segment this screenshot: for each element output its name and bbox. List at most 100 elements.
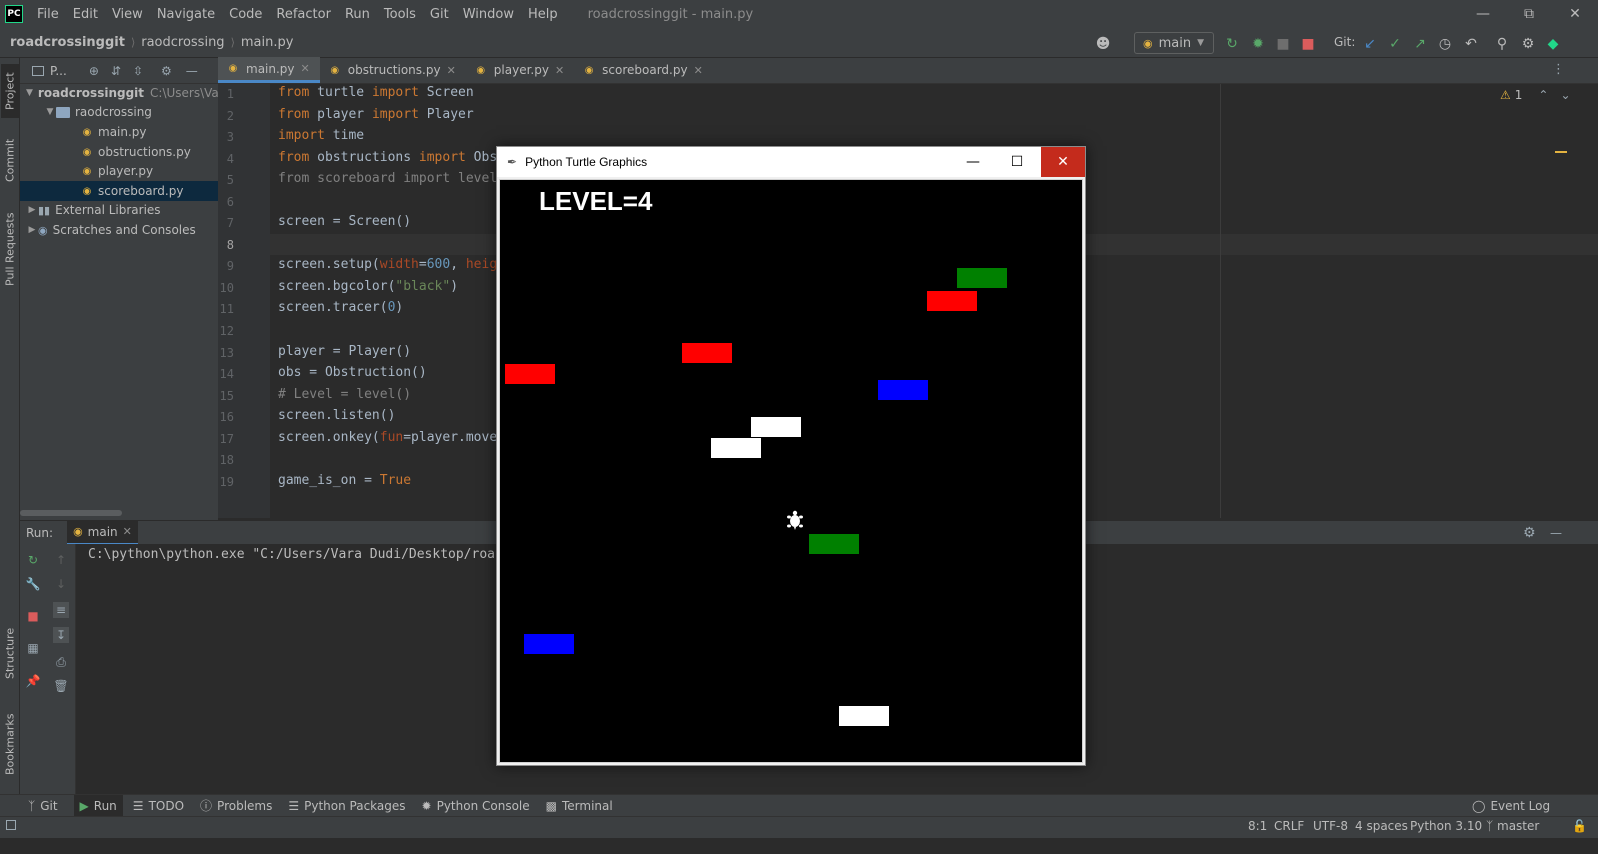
tree-item-file[interactable]: ◉ player.py <box>20 161 218 181</box>
ide-update-icon[interactable]: ◆ <box>1543 34 1563 54</box>
wrench-icon[interactable]: 🔧 <box>25 576 41 592</box>
close-icon[interactable]: ✕ <box>1552 0 1598 28</box>
tool-python-packages[interactable]: ☰ Python Packages <box>288 799 405 813</box>
tab-main-py[interactable]: ◉ main.py ✕ <box>218 57 320 83</box>
stop-icon[interactable]: ■ <box>25 608 41 624</box>
git-push-icon[interactable]: ↗ <box>1410 34 1430 54</box>
file-encoding[interactable]: UTF-8 <box>1313 819 1348 833</box>
trash-icon[interactable]: 🗑 <box>53 678 69 694</box>
breadcrumb-project[interactable]: roadcrossinggit <box>10 35 125 50</box>
more-tabs-icon[interactable]: ⋮ <box>1552 62 1565 77</box>
menu-window[interactable]: Window <box>463 7 514 22</box>
rerun-icon[interactable]: ↻ <box>1222 34 1242 54</box>
tab-commit[interactable]: Commit <box>1 130 19 190</box>
print-icon[interactable]: ⎙ <box>53 654 69 670</box>
expand-all-icon[interactable]: ⇵ <box>111 64 121 78</box>
tree-item-external-libraries[interactable]: ▶ ▮▮ External Libraries <box>20 200 218 220</box>
locate-icon[interactable]: ⊕ <box>89 64 99 78</box>
toggle-tool-windows-icon[interactable] <box>6 820 16 830</box>
menu-file[interactable]: File <box>37 7 59 22</box>
close-tab-icon[interactable]: ✕ <box>694 64 703 77</box>
user-icon[interactable]: ☻ <box>1090 34 1116 54</box>
restore-icon[interactable]: ⧉ <box>1506 0 1552 28</box>
pin-icon[interactable]: 📌 <box>25 673 41 689</box>
minimize-icon[interactable]: — <box>951 147 995 177</box>
tree-item-file-selected[interactable]: ◉ scoreboard.py <box>20 181 218 201</box>
coverage-icon[interactable]: ■ <box>1273 34 1293 54</box>
tool-todo[interactable]: ☰ TODO <box>133 799 184 813</box>
turtle-window-titlebar[interactable]: ✒ Python Turtle Graphics — ☐ ✕ <box>497 147 1085 177</box>
menu-help[interactable]: Help <box>528 7 558 22</box>
caret-position[interactable]: 8:1 <box>1248 819 1267 833</box>
gear-icon[interactable]: ⚙ <box>1523 525 1536 541</box>
close-tab-icon[interactable]: ✕ <box>447 64 456 77</box>
git-commit-icon[interactable]: ✓ <box>1385 34 1405 54</box>
tab-project[interactable]: Project <box>1 64 19 118</box>
project-view-label[interactable]: P... <box>50 64 67 78</box>
menu-run[interactable]: Run <box>345 7 370 22</box>
run-tab-main[interactable]: ◉ main ✕ <box>67 520 138 545</box>
close-icon[interactable]: ✕ <box>1041 147 1085 177</box>
lock-icon[interactable]: 🔓 <box>1572 819 1587 833</box>
tab-obstructions-py[interactable]: ◉ obstructions.py ✕ <box>320 57 466 83</box>
tab-bookmarks[interactable]: Bookmarks <box>1 706 19 782</box>
chevron-up-icon[interactable]: ⌃ <box>1538 88 1548 102</box>
gear-icon[interactable]: ⚙ <box>161 64 172 78</box>
error-stripe-marker[interactable] <box>1555 151 1567 153</box>
menu-code[interactable]: Code <box>229 7 262 22</box>
tree-item-scratches[interactable]: ▶ ◉ Scratches and Consoles <box>20 220 218 240</box>
debug-icon[interactable]: ✹ <box>1248 34 1268 54</box>
close-tab-icon[interactable]: ✕ <box>123 525 132 538</box>
arrow-up-icon[interactable]: ↑ <box>53 552 69 568</box>
menu-navigate[interactable]: Navigate <box>157 7 215 22</box>
maximize-icon[interactable]: ☐ <box>995 147 1039 177</box>
rerun-icon[interactable]: ↻ <box>25 552 41 568</box>
tree-item-folder[interactable]: ▼ raodcrossing <box>20 102 218 122</box>
chevron-down-icon[interactable]: ⌄ <box>1560 88 1570 102</box>
tool-run[interactable]: ▶ Run <box>73 794 123 817</box>
search-icon[interactable]: ⚲ <box>1492 34 1512 54</box>
tree-item-file[interactable]: ◉ obstructions.py <box>20 142 218 162</box>
layout-icon[interactable]: ▦ <box>25 640 41 656</box>
close-tab-icon[interactable]: ✕ <box>301 62 310 75</box>
tab-scoreboard-py[interactable]: ◉ scoreboard.py ✕ <box>574 57 713 83</box>
turtle-canvas[interactable]: LEVEL=4 <box>499 179 1083 763</box>
inspection-widget[interactable]: ⚠ 1 ⌃ ⌄ <box>1500 88 1571 102</box>
arrow-down-icon[interactable]: ↓ <box>53 576 69 592</box>
tool-python-console[interactable]: ✹ Python Console <box>422 799 530 813</box>
menu-view[interactable]: View <box>112 7 143 22</box>
breadcrumb-folder[interactable]: raodcrossing <box>141 35 224 50</box>
breadcrumb-file[interactable]: main.py <box>241 35 294 50</box>
tool-problems[interactable]: ⓘ Problems <box>200 797 272 814</box>
git-update-icon[interactable]: ↙ <box>1360 34 1380 54</box>
git-branch-widget[interactable]: ᛉ master <box>1486 819 1539 833</box>
soft-wrap-icon[interactable]: ≡ <box>53 602 69 618</box>
minimize-icon[interactable]: — <box>1460 0 1506 28</box>
tool-event-log[interactable]: ◯ Event Log <box>1472 799 1550 813</box>
line-separator[interactable]: CRLF <box>1274 819 1304 833</box>
menu-tools[interactable]: Tools <box>384 7 416 22</box>
menu-refactor[interactable]: Refactor <box>276 7 331 22</box>
tree-item-root[interactable]: ▼ roadcrossinggit C:\Users\Var <box>20 83 224 103</box>
hide-panel-icon[interactable]: — <box>186 64 198 78</box>
collapse-all-icon[interactable]: ⇳ <box>133 64 143 78</box>
tree-item-file[interactable]: ◉ main.py <box>20 122 218 142</box>
tab-player-py[interactable]: ◉ player.py ✕ <box>466 57 574 83</box>
menu-git[interactable]: Git <box>430 7 449 22</box>
tool-terminal[interactable]: ▩ Terminal <box>546 799 613 813</box>
scroll-to-end-icon[interactable]: ↧ <box>53 627 69 643</box>
menu-edit[interactable]: Edit <box>73 7 98 22</box>
tool-git[interactable]: ᛉ Git <box>28 799 58 813</box>
python-interpreter[interactable]: Python 3.10 <box>1410 819 1482 833</box>
rollback-icon[interactable]: ↶ <box>1461 34 1481 54</box>
run-config-select[interactable]: ◉ main ▼ <box>1134 32 1214 54</box>
stop-icon[interactable]: ■ <box>1298 34 1318 54</box>
tab-structure[interactable]: Structure <box>1 618 19 688</box>
indent-setting[interactable]: 4 spaces <box>1355 819 1408 833</box>
hide-panel-icon[interactable]: — <box>1550 526 1562 540</box>
settings-icon[interactable]: ⚙ <box>1518 34 1538 54</box>
close-tab-icon[interactable]: ✕ <box>555 64 564 77</box>
tab-pull-requests[interactable]: Pull Requests <box>1 204 19 294</box>
history-icon[interactable]: ◷ <box>1435 34 1455 54</box>
horizontal-scrollbar[interactable] <box>20 510 122 516</box>
